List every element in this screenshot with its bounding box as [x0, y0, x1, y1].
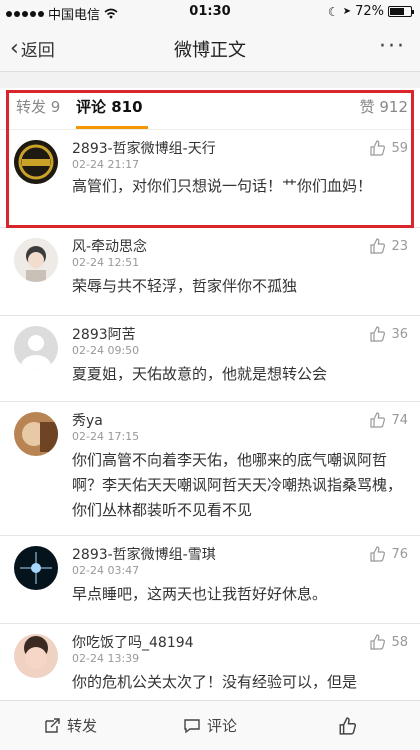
comment-text: 你们高管不向着李天佑，他哪来的底气嘲讽阿哲啊？李天佑天天嘲讽阿哲天天冷嘲热讽指桑…: [72, 451, 403, 519]
like-button[interactable]: 58: [369, 634, 408, 650]
comment-username[interactable]: 秀ya: [72, 410, 103, 430]
like-count: 23: [391, 238, 408, 254]
comment-timestamp: 02-24 21:17: [72, 158, 140, 171]
tab-like[interactable]: 赞 912: [360, 96, 408, 117]
like-button[interactable]: 59: [369, 140, 408, 156]
tab-repost[interactable]: 转发 9: [16, 96, 60, 117]
tabs-row: 转发 9 评论 810 赞 912: [0, 88, 420, 130]
comment-label: 评论: [206, 717, 237, 735]
thumbs-up-icon: [370, 140, 386, 156]
like-toolbar-button[interactable]: [280, 701, 420, 750]
like-button[interactable]: 76: [369, 546, 408, 562]
status-right: ☾ ➤ 72%: [327, 4, 414, 19]
battery-icon: [388, 6, 414, 17]
like-button[interactable]: 36: [369, 326, 408, 342]
comment-item: 2893-哲家微博组-天行 02-24 21:17 59 高管们，对你们只想说一…: [0, 130, 420, 228]
comment-timestamp: 02-24 13:39: [72, 652, 140, 665]
like-button[interactable]: 74: [369, 412, 408, 428]
like-button[interactable]: 23: [369, 238, 408, 254]
comment-item: 2893-哲家微博组-雪琪 02-24 03:47 76 早点睡吧，这两天也让我…: [0, 536, 420, 624]
avatar-image: [14, 634, 58, 678]
bottom-toolbar: 转发 评论: [0, 700, 420, 750]
avatar-image: [14, 140, 58, 184]
location-icon: ➤: [342, 6, 352, 17]
comment-timestamp: 02-24 17:15: [72, 430, 140, 443]
comment-timestamp: 02-24 12:51: [72, 256, 140, 269]
comment-username[interactable]: 你吃饭了吗_48194: [72, 632, 194, 652]
like-count: 74: [391, 412, 408, 428]
more-button[interactable]: ···: [379, 34, 406, 59]
comment-text: 你的危机公关太次了！没有经验可以，但是: [72, 673, 358, 691]
like-count: 36: [391, 326, 408, 342]
comment-icon: [184, 718, 200, 733]
comment-text: 早点睡吧，这两天也让我哲好好休息。: [72, 585, 328, 603]
comment-username[interactable]: 风-牵动思念: [72, 236, 147, 256]
comment-text: 荣辱与共不轻浮，哲家伴你不孤独: [72, 277, 298, 295]
comment-timestamp: 02-24 09:50: [72, 344, 140, 357]
avatar[interactable]: [14, 412, 58, 456]
comment-text: 夏夏姐，天佑故意的，他就是想转公会: [72, 365, 328, 383]
repost-label: 转发: [66, 717, 97, 735]
thumbs-up-icon: [370, 238, 386, 254]
moon-icon: ☾: [327, 4, 339, 19]
avatar[interactable]: [14, 546, 58, 590]
comment-button[interactable]: 评论: [140, 701, 280, 750]
thumbs-up-icon: [370, 634, 386, 650]
avatar[interactable]: [14, 238, 58, 282]
comment-item: 2893阿苦 02-24 09:50 36 夏夏姐，天佑故意的，他就是想转公会: [0, 316, 420, 402]
avatar-image: [14, 238, 58, 282]
tab-comment[interactable]: 评论 810: [76, 96, 143, 117]
avatar[interactable]: [14, 326, 58, 370]
thumbs-up-icon: [370, 546, 386, 562]
repost-button[interactable]: 转发: [0, 701, 140, 750]
avatar-image: [14, 546, 58, 590]
comment-timestamp: 02-24 03:47: [72, 564, 140, 577]
page-title: 微博正文: [174, 40, 246, 61]
comment-username[interactable]: 2893阿苦: [72, 324, 136, 344]
battery-percent: 72%: [355, 4, 384, 19]
thumbs-up-icon: [370, 326, 386, 342]
thumbs-up-icon: [370, 412, 386, 428]
repost-icon: [45, 717, 60, 733]
comment-username[interactable]: 2893-哲家微博组-天行: [72, 138, 216, 158]
avatar[interactable]: [14, 140, 58, 184]
avatar[interactable]: [14, 634, 58, 678]
like-count: 58: [391, 634, 408, 650]
tab-active-indicator: [76, 126, 148, 129]
like-count: 59: [391, 140, 408, 156]
battery-fill: [390, 8, 405, 15]
nav-bar: ‹ 返回 微博正文 ···: [0, 24, 420, 72]
like-count: 76: [391, 546, 408, 562]
avatar-image: [14, 412, 58, 456]
comment-item: 秀ya 02-24 17:15 74 你们高管不向着李天佑，他哪来的底气嘲讽阿哲…: [0, 402, 420, 536]
status-bar: 中国电信 01:30 ☾ ➤ 72%: [0, 0, 420, 24]
comment-item: 你吃饭了吗_48194 02-24 13:39 58 你的危机公关太次了！没有经…: [0, 624, 420, 704]
default-avatar-icon: [14, 326, 58, 370]
comment-username[interactable]: 2893-哲家微博组-雪琪: [72, 544, 216, 564]
comment-text: 高管们，对你们只想说一句话！艹你们血妈！: [72, 177, 373, 195]
comment-item: 风-牵动思念 02-24 12:51 23 荣辱与共不轻浮，哲家伴你不孤独: [0, 228, 420, 316]
thumbs-up-icon: [339, 716, 356, 735]
